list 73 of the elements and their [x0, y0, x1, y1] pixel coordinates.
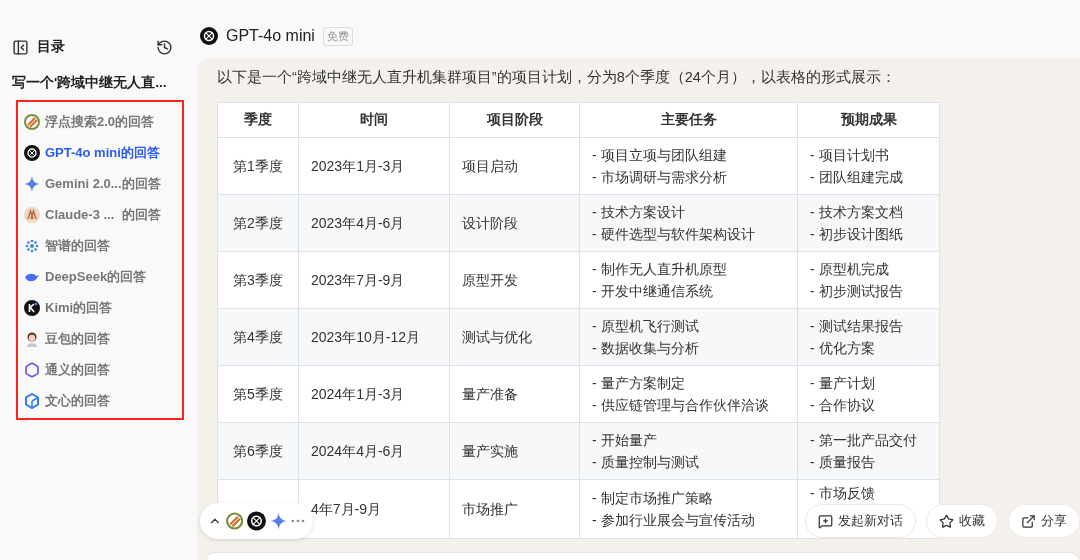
table-cell: 原型开发 [449, 251, 580, 309]
table-cell: - 量产计划 - 合作协议 [797, 365, 940, 423]
table-cell: 第3季度 [217, 251, 299, 309]
table-cell: 第4季度 [217, 308, 299, 366]
table-cell: 设计阶段 [449, 194, 580, 252]
table-cell: 2024年1月-3月 [298, 365, 450, 423]
table-cell: 量产实施 [449, 422, 580, 480]
table-cell: - 测试结果报告 - 优化方案 [797, 308, 940, 366]
striped-circle-icon [24, 113, 40, 130]
table-cell: 2023年10月-12月 [298, 308, 450, 366]
table-cell: - 量产方案制定 - 供应链管理与合作伙伴洽谈 [579, 365, 798, 423]
share-icon [1021, 513, 1036, 529]
table-cell: 测试与优化 [449, 308, 580, 366]
history-icon[interactable] [156, 38, 173, 56]
column-header: 主要任务 [579, 102, 798, 138]
table-cell: 项目启动 [449, 137, 580, 195]
sparkle-icon [269, 511, 288, 531]
outline-item[interactable]: GPT-4o mini的回答 [24, 137, 182, 168]
outline-item[interactable]: 豆包的回答 [24, 323, 182, 354]
column-header: 时间 [298, 102, 450, 138]
table-cell: - 项目立项与团队组建 - 市场调研与需求分析 [579, 137, 798, 195]
sidebar-title: 目录 [37, 38, 66, 56]
table-cell: - 原型机飞行测试 - 数据收集与分析 [579, 308, 798, 366]
more-icon[interactable] [291, 519, 305, 523]
table-cell: 第2季度 [217, 194, 299, 252]
column-header: 季度 [217, 102, 299, 138]
action-button[interactable]: 分享 [1008, 504, 1080, 538]
hexagon-icon [24, 361, 40, 378]
sparkle-icon [24, 175, 40, 192]
action-button[interactable]: 收藏 [926, 504, 998, 538]
table-cell: - 第一批产品交付 - 质量报告 [797, 422, 940, 480]
dotted-burst-icon [24, 237, 40, 254]
column-header: 预期成果 [797, 102, 940, 138]
action-button[interactable]: 发起新对话 [805, 504, 916, 538]
table-cell: 第6季度 [217, 422, 299, 480]
table-cell: 2023年7月-9月 [298, 251, 450, 309]
star-icon [939, 513, 954, 529]
table-cell: 2023年1月-3月 [298, 137, 450, 195]
outline-item[interactable]: Kimi的回答 [24, 292, 182, 323]
table-cell: - 制作无人直升机原型 - 开发中继通信系统 [579, 251, 798, 309]
table-cell: 2023年4月-6月 [298, 194, 450, 252]
table-cell: 第1季度 [217, 137, 299, 195]
new-chat-icon [818, 513, 833, 529]
striped-circle-icon [225, 511, 243, 531]
table-cell: - 原型机完成 - 初步测试报告 [797, 251, 940, 309]
table-cell: - 技术方案文档 - 初步设计图纸 [797, 194, 940, 252]
free-badge: 免费 [322, 26, 353, 46]
k-logo-icon [24, 299, 40, 316]
outline-item[interactable]: Gemini 2.0...的回答 [24, 168, 182, 199]
outline-item[interactable]: 智谱的回答 [24, 230, 182, 261]
table-cell: - 技术方案设计 - 硬件选型与软件架构设计 [579, 194, 798, 252]
table-cell: - 制定市场推广策略 - 参加行业展会与宣传活动 [579, 479, 798, 539]
model-switcher[interactable] [200, 503, 313, 539]
table-cell: - 开始量产 - 质量控制与测试 [579, 422, 798, 480]
outline-item[interactable]: 文心的回答 [24, 385, 182, 416]
sidebar-toggle-icon[interactable] [12, 38, 29, 56]
avatar-icon [24, 330, 40, 347]
table-cell: 4年7月-9月 [298, 479, 450, 539]
table-cell: 量产准备 [449, 365, 580, 423]
outline-item[interactable]: 浮点搜索2.0的回答 [24, 106, 182, 137]
intro-text: 以下是一个“跨域中继无人直升机集群项目”的项目计划，分为8个季度（24个月），以表格的形式展示： [217, 68, 897, 87]
table-cell: 市场推广 [449, 479, 580, 539]
outline-item[interactable]: DeepSeek的回答 [24, 261, 182, 292]
question-title[interactable]: 写一个'跨域中继无人直... [12, 74, 195, 92]
outline-item[interactable]: Claude-3 ... 的回答 [24, 199, 182, 230]
table-cell: 第5季度 [217, 365, 299, 423]
letter-mark-icon [24, 206, 40, 223]
outline-item[interactable]: 通义的回答 [24, 354, 182, 385]
table-cell: - 项目计划书 - 团队组建完成 [797, 137, 940, 195]
cube-icon [24, 392, 40, 409]
table-cell: 2024年4月-6月 [298, 422, 450, 480]
model-name: GPT-4o mini [226, 27, 315, 45]
column-header: 项目阶段 [449, 102, 580, 138]
